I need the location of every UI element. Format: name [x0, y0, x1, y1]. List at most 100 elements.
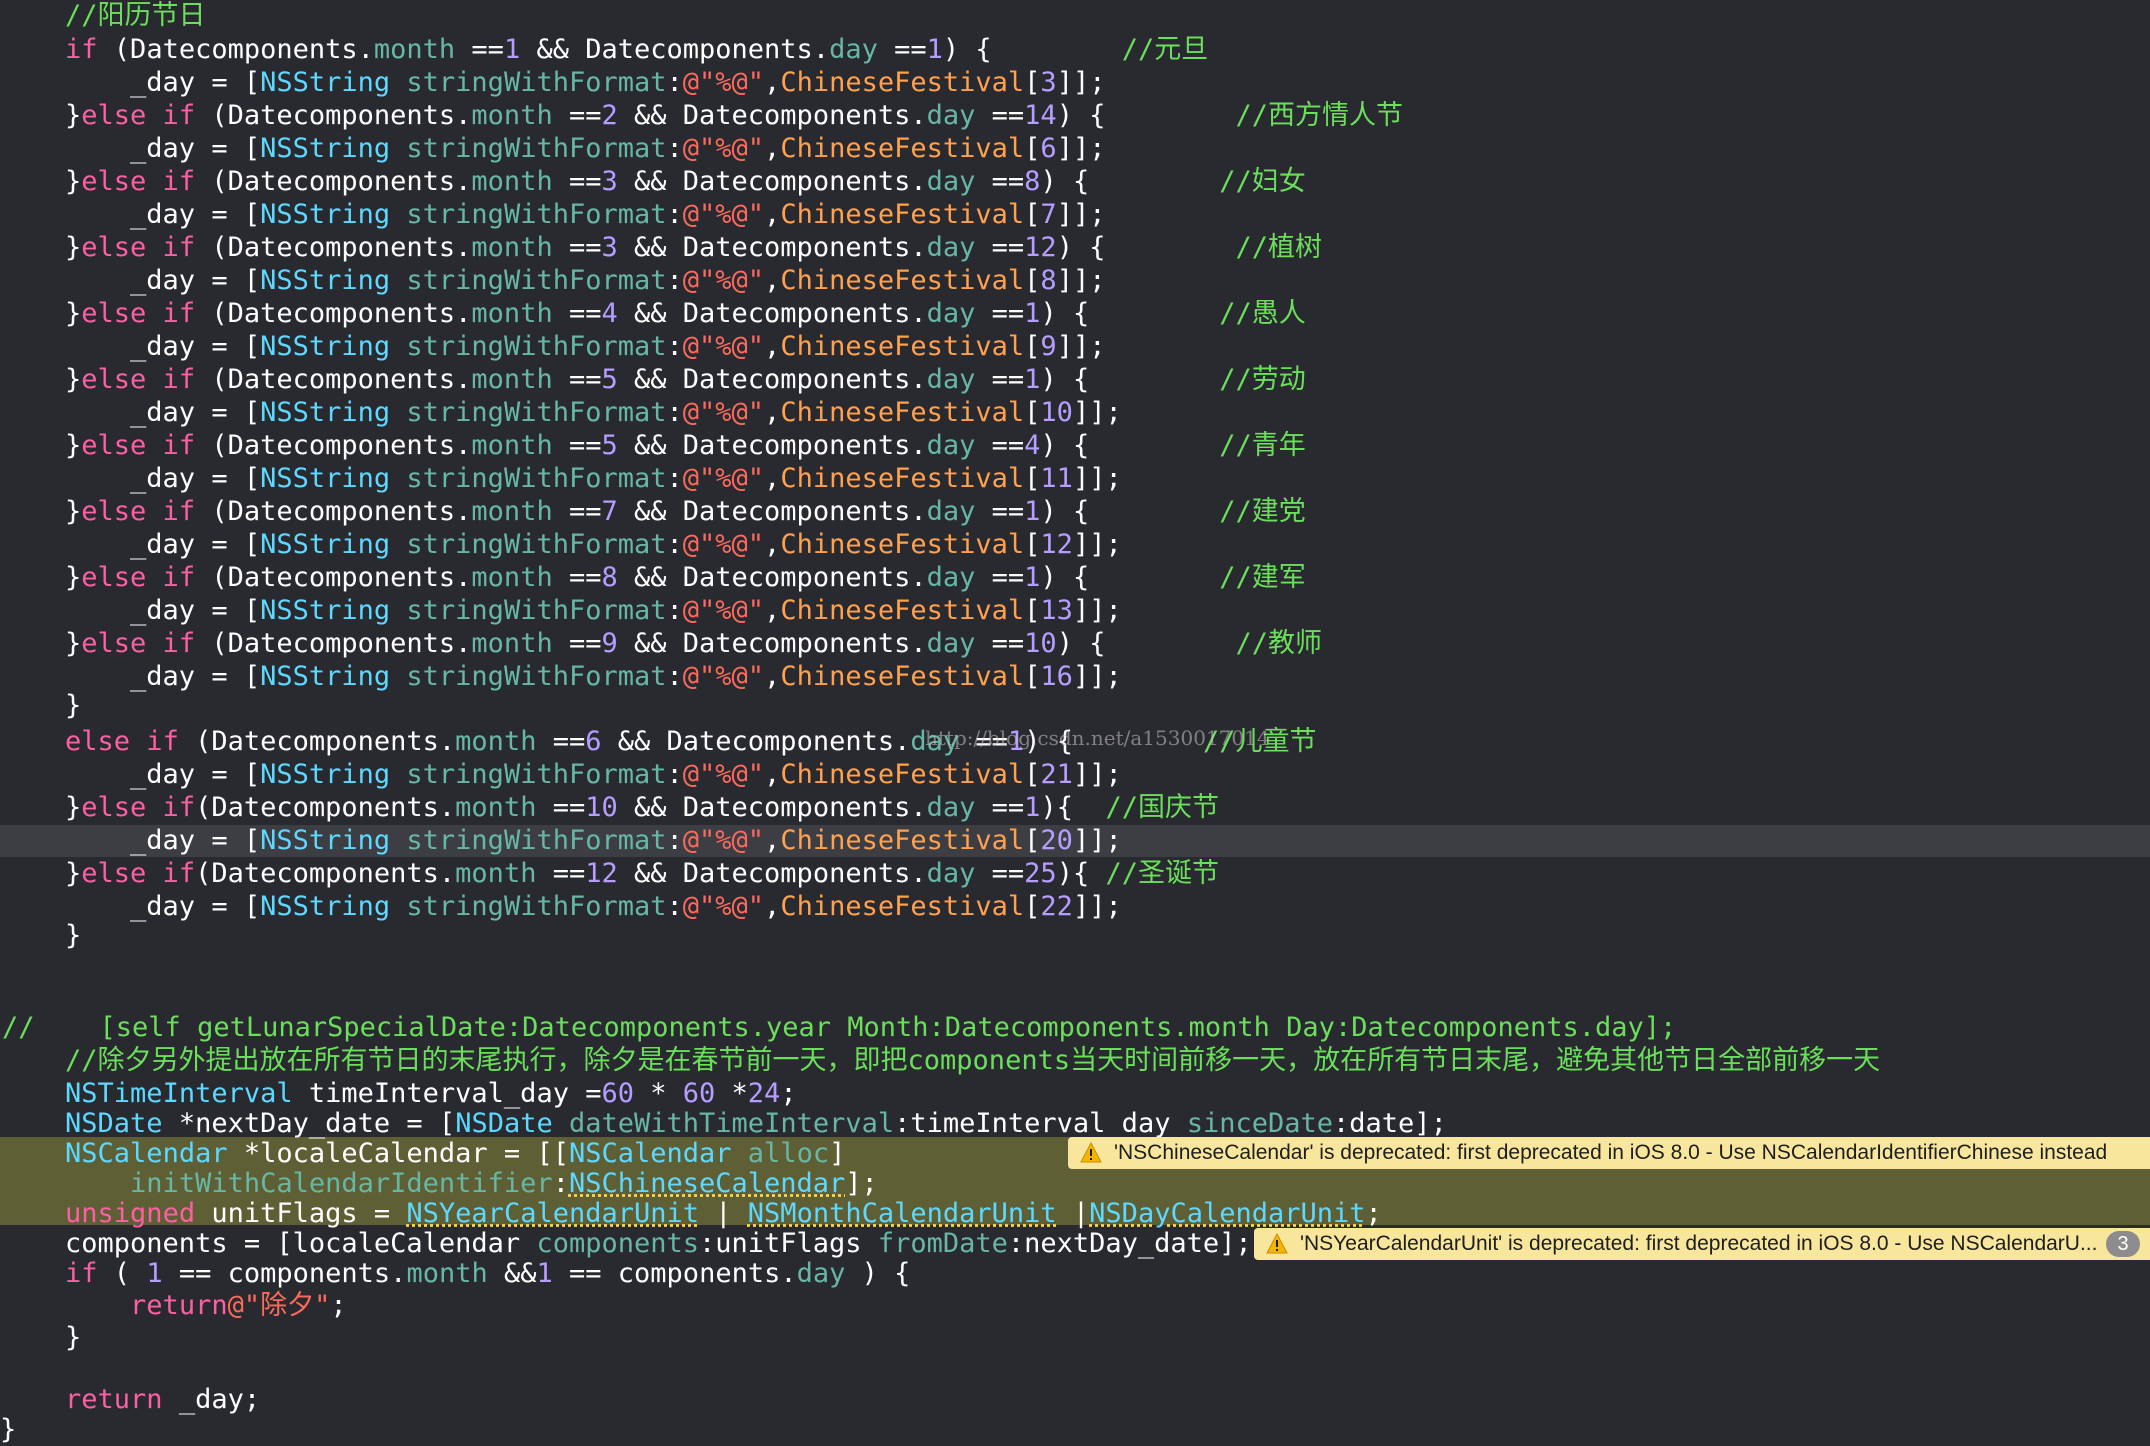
code-token: ) {: [1040, 298, 1220, 329]
code-line[interactable]: }: [0, 690, 2150, 722]
code-token: timeInterval_day =: [292, 1078, 602, 1109]
code-token: ]];: [1072, 759, 1122, 790]
code-token: [: [1024, 825, 1041, 856]
code-token: :: [666, 67, 683, 98]
code-token: 3: [1040, 67, 1057, 98]
code-token: NSString: [260, 759, 391, 790]
code-line[interactable]: _day = [NSString stringWithFormat:@"%@",…: [0, 199, 2150, 231]
code-line[interactable]: return@"除夕";: [0, 1290, 2150, 1322]
code-token: month: [471, 298, 553, 329]
warning-count-badge[interactable]: 3: [2106, 1231, 2140, 1257]
code-token: _day = [: [0, 891, 261, 922]
code-line[interactable]: [0, 1352, 2150, 1384]
code-token: ]];: [1072, 825, 1122, 856]
code-line[interactable]: NSTimeInterval timeInterval_day =60 * 60…: [0, 1078, 2150, 1110]
code-token: (Datecomponents.: [195, 364, 472, 395]
code-line[interactable]: return _day;: [0, 1384, 2150, 1416]
code-line[interactable]: initWithCalendarIdentifier:NSChineseCale…: [0, 1168, 2150, 1200]
code-token: @"%@": [682, 199, 765, 230]
code-token: :: [666, 463, 683, 494]
code-token: }: [0, 166, 82, 197]
code-line[interactable]: //阳历节日: [0, 0, 2150, 32]
code-line[interactable]: }else if (Datecomponents.month ==9 && Da…: [0, 628, 2150, 660]
warning-badge-year-calendar-unit[interactable]: 'NSYearCalendarUnit' is deprecated: firs…: [1254, 1228, 2150, 1260]
code-line[interactable]: }else if (Datecomponents.month ==4 && Da…: [0, 298, 2150, 330]
code-line[interactable]: }else if (Datecomponents.month ==2 && Da…: [0, 100, 2150, 132]
code-line[interactable]: _day = [NSString stringWithFormat:@"%@",…: [0, 759, 2150, 791]
code-token: ) {: [942, 34, 1122, 65]
code-line[interactable]: _day = [NSString stringWithFormat:@"%@",…: [0, 133, 2150, 165]
code-token: NSString: [260, 397, 391, 428]
code-line[interactable]: if (Datecomponents.month ==1 && Datecomp…: [0, 34, 2150, 66]
code-line[interactable]: }else if(Datecomponents.month ==10 && Da…: [0, 792, 2150, 824]
code-line[interactable]: _day = [NSString stringWithFormat:@"%@",…: [0, 661, 2150, 693]
code-line[interactable]: _day = [NSString stringWithFormat:@"%@",…: [0, 825, 2150, 857]
code-token: |: [699, 1198, 748, 1229]
code-token: stringWithFormat: [406, 397, 667, 428]
code-token: }: [0, 298, 82, 329]
code-token: NSChineseCalendar: [568, 1168, 846, 1199]
code-token: //青年: [1219, 430, 1306, 461]
code-line[interactable]: }else if (Datecomponents.month ==5 && Da…: [0, 430, 2150, 462]
code-token: ;: [780, 1078, 797, 1109]
code-token: ;: [330, 1290, 347, 1321]
warning-icon: [1266, 1233, 1288, 1254]
code-token: &&: [487, 1258, 537, 1289]
code-token: }: [0, 496, 82, 527]
code-token: 12: [1024, 232, 1057, 263]
code-token: @"%@": [682, 891, 765, 922]
code-line[interactable]: _day = [NSString stringWithFormat:@"%@",…: [0, 265, 2150, 297]
code-token: 1: [1024, 792, 1041, 823]
code-line[interactable]: _day = [NSString stringWithFormat:@"%@",…: [0, 331, 2150, 363]
code-line[interactable]: }else if (Datecomponents.month ==7 && Da…: [0, 496, 2150, 528]
code-line[interactable]: NSDate *nextDay_date = [NSDate dateWithT…: [0, 1108, 2150, 1140]
code-token: ==: [975, 858, 1025, 889]
code-token: :nextDay_date];: [1007, 1228, 1252, 1259]
code-line[interactable]: //除夕另外提出放在所有节日的末尾执行，除夕是在春节前一天，即把componen…: [0, 1045, 2150, 1077]
code-line[interactable]: // [self getLunarSpecialDate:Datecompone…: [2, 1012, 2150, 1044]
code-token: }: [0, 858, 82, 889]
code-token: ==: [975, 496, 1025, 527]
code-line[interactable]: unsigned unitFlags = NSYearCalendarUnit …: [0, 1198, 2150, 1230]
code-token: 5: [601, 364, 618, 395]
code-token: ChineseFestival: [780, 265, 1025, 296]
warning-badge-chinese-calendar[interactable]: 'NSChineseCalendar' is deprecated: first…: [1068, 1137, 2150, 1169]
code-line[interactable]: _day = [NSString stringWithFormat:@"%@",…: [0, 463, 2150, 495]
code-line[interactable]: _day = [NSString stringWithFormat:@"%@",…: [0, 397, 2150, 429]
code-token: month: [471, 628, 553, 659]
code-line[interactable]: if ( 1 == components.month &&1 == compon…: [0, 1258, 2150, 1290]
code-token: :: [666, 759, 683, 790]
code-token: (: [97, 1258, 147, 1289]
code-line[interactable]: _day = [NSString stringWithFormat:@"%@",…: [0, 67, 2150, 99]
code-editor[interactable]: //阳历节日 if (Datecomponents.month ==1 && D…: [0, 0, 2150, 1445]
code-token: }: [0, 792, 82, 823]
code-token: day: [926, 166, 976, 197]
code-line[interactable]: }else if (Datecomponents.month ==5 && Da…: [0, 364, 2150, 396]
code-line[interactable]: }else if (Datecomponents.month ==3 && Da…: [0, 166, 2150, 198]
code-token: [: [1024, 199, 1041, 230]
code-token: //阳历节日: [0, 0, 206, 31]
code-token: ==: [975, 100, 1025, 131]
code-line[interactable]: }else if(Datecomponents.month ==12 && Da…: [0, 858, 2150, 890]
code-line[interactable]: _day = [NSString stringWithFormat:@"%@",…: [0, 529, 2150, 561]
code-line[interactable]: }: [0, 1414, 2150, 1446]
code-line[interactable]: }: [0, 1322, 2150, 1354]
code-token: :: [666, 199, 683, 230]
code-line[interactable]: }else if (Datecomponents.month ==3 && Da…: [0, 232, 2150, 264]
code-token: :: [666, 825, 683, 856]
code-line[interactable]: _day = [NSString stringWithFormat:@"%@",…: [0, 891, 2150, 923]
code-line[interactable]: _day = [NSString stringWithFormat:@"%@",…: [0, 595, 2150, 627]
code-token: _day = [: [0, 463, 261, 494]
warning-text: 'NSYearCalendarUnit' is deprecated: firs…: [1300, 1232, 2098, 1255]
code-token: ==: [536, 858, 586, 889]
code-token: (Datecomponents.: [178, 726, 456, 757]
code-token: NSCalendar: [65, 1138, 228, 1169]
code-token: _day = [: [0, 199, 261, 230]
code-line[interactable]: }else if (Datecomponents.month ==8 && Da…: [0, 562, 2150, 594]
code-token: }: [0, 100, 82, 131]
code-line[interactable]: }: [0, 920, 2150, 952]
code-token: }: [0, 690, 82, 721]
code-token: stringWithFormat: [406, 133, 667, 164]
